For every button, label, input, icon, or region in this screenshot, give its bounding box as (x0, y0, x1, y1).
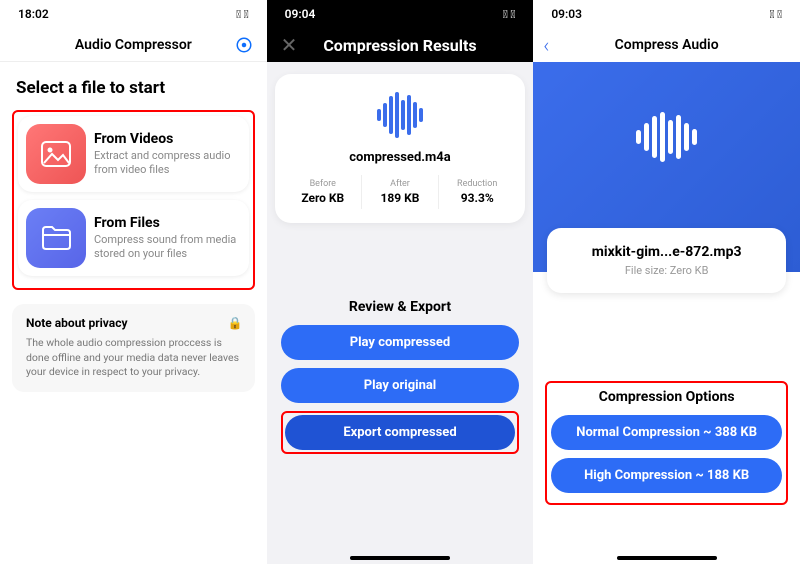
stat-value: 93.3% (439, 191, 515, 205)
high-compression-button[interactable]: High Compression ~ 188 KB (551, 458, 782, 493)
file-size: File size: Zero KB (563, 264, 770, 277)
status-icons: 􀙇 􀛨 (236, 8, 249, 21)
nav-title: Audio Compressor (75, 37, 192, 53)
home-indicator[interactable] (617, 556, 717, 560)
stat-value: Zero KB (285, 191, 361, 205)
nav-title: Compression Results (323, 36, 476, 55)
file-name: mixkit-gim...e-872.mp3 (563, 244, 770, 260)
home-indicator[interactable] (350, 556, 450, 560)
nav-bar: ‹ Compress Audio (533, 28, 800, 62)
waveform-icon (533, 112, 800, 162)
screen-select-file: 18:02 􀙇 􀛨 Audio Compressor Select a file… (0, 0, 267, 564)
status-bar: 09:04 􀙇 􀛨 (267, 0, 534, 28)
normal-compression-button[interactable]: Normal Compression ~ 388 KB (551, 415, 782, 450)
option-title: From Files (94, 215, 239, 231)
lock-icon: 🔒 (228, 316, 243, 330)
back-icon[interactable]: ‹ (543, 33, 549, 57)
review-heading: Review & Export (267, 299, 534, 315)
stat-value: 189 KB (362, 191, 438, 205)
option-title: From Videos (94, 131, 239, 147)
status-bar: 18:02 􀙇 􀛨 (0, 0, 267, 28)
status-icons: 􀙇 􀛨 (503, 8, 516, 21)
nav-bar: ✕ Compression Results (267, 28, 534, 62)
export-compressed-button[interactable]: Export compressed (285, 415, 516, 450)
status-bar: 09:03 􀙇 􀛨 (533, 0, 800, 28)
compression-options-title: Compression Options (551, 389, 782, 405)
privacy-title: Note about privacy (26, 316, 241, 330)
status-time: 09:04 (285, 7, 316, 21)
image-icon (26, 124, 86, 184)
stat-label: Before (285, 179, 361, 189)
play-original-button[interactable]: Play original (281, 368, 520, 403)
result-card: compressed.m4a Before Zero KB After 189 KB… (275, 74, 526, 223)
result-stats: Before Zero KB After 189 KB Reduction 93.3% (285, 175, 516, 209)
status-icons: 􀙇 􀛨 (769, 8, 782, 21)
result-filename: compressed.m4a (285, 150, 516, 165)
folder-icon (26, 208, 86, 268)
play-compressed-button[interactable]: Play compressed (281, 325, 520, 360)
privacy-text: The whole audio compression proccess is … (26, 336, 241, 380)
privacy-note: Note about privacy The whole audio compr… (12, 304, 255, 392)
option-from-videos[interactable]: From Videos Extract and compress audio f… (18, 116, 249, 192)
nav-title: Compress Audio (615, 37, 719, 53)
stat-label: Reduction (439, 179, 515, 189)
close-icon[interactable]: ✕ (281, 33, 298, 57)
waveform-icon (285, 92, 516, 138)
option-from-files[interactable]: From Files Compress sound from media sto… (18, 200, 249, 276)
status-time: 18:02 (18, 7, 49, 21)
highlight-options: From Videos Extract and compress audio f… (12, 110, 255, 290)
page-heading: Select a file to start (16, 78, 251, 98)
option-subtitle: Compress sound from media stored on your… (94, 233, 239, 262)
stat-label: After (362, 179, 438, 189)
file-info-card: mixkit-gim...e-872.mp3 File size: Zero K… (547, 228, 786, 293)
gear-icon[interactable] (235, 36, 253, 54)
screen-compress-audio: 09:03 􀙇 􀛨 ‹ Compress Audio mixkit-gim...… (533, 0, 800, 564)
option-subtitle: Extract and compress audio from video fi… (94, 149, 239, 178)
status-time: 09:03 (551, 7, 582, 21)
nav-bar: Audio Compressor (0, 28, 267, 62)
screen-results: 09:04 􀙇 􀛨 ✕ Compression Results compress… (267, 0, 534, 564)
